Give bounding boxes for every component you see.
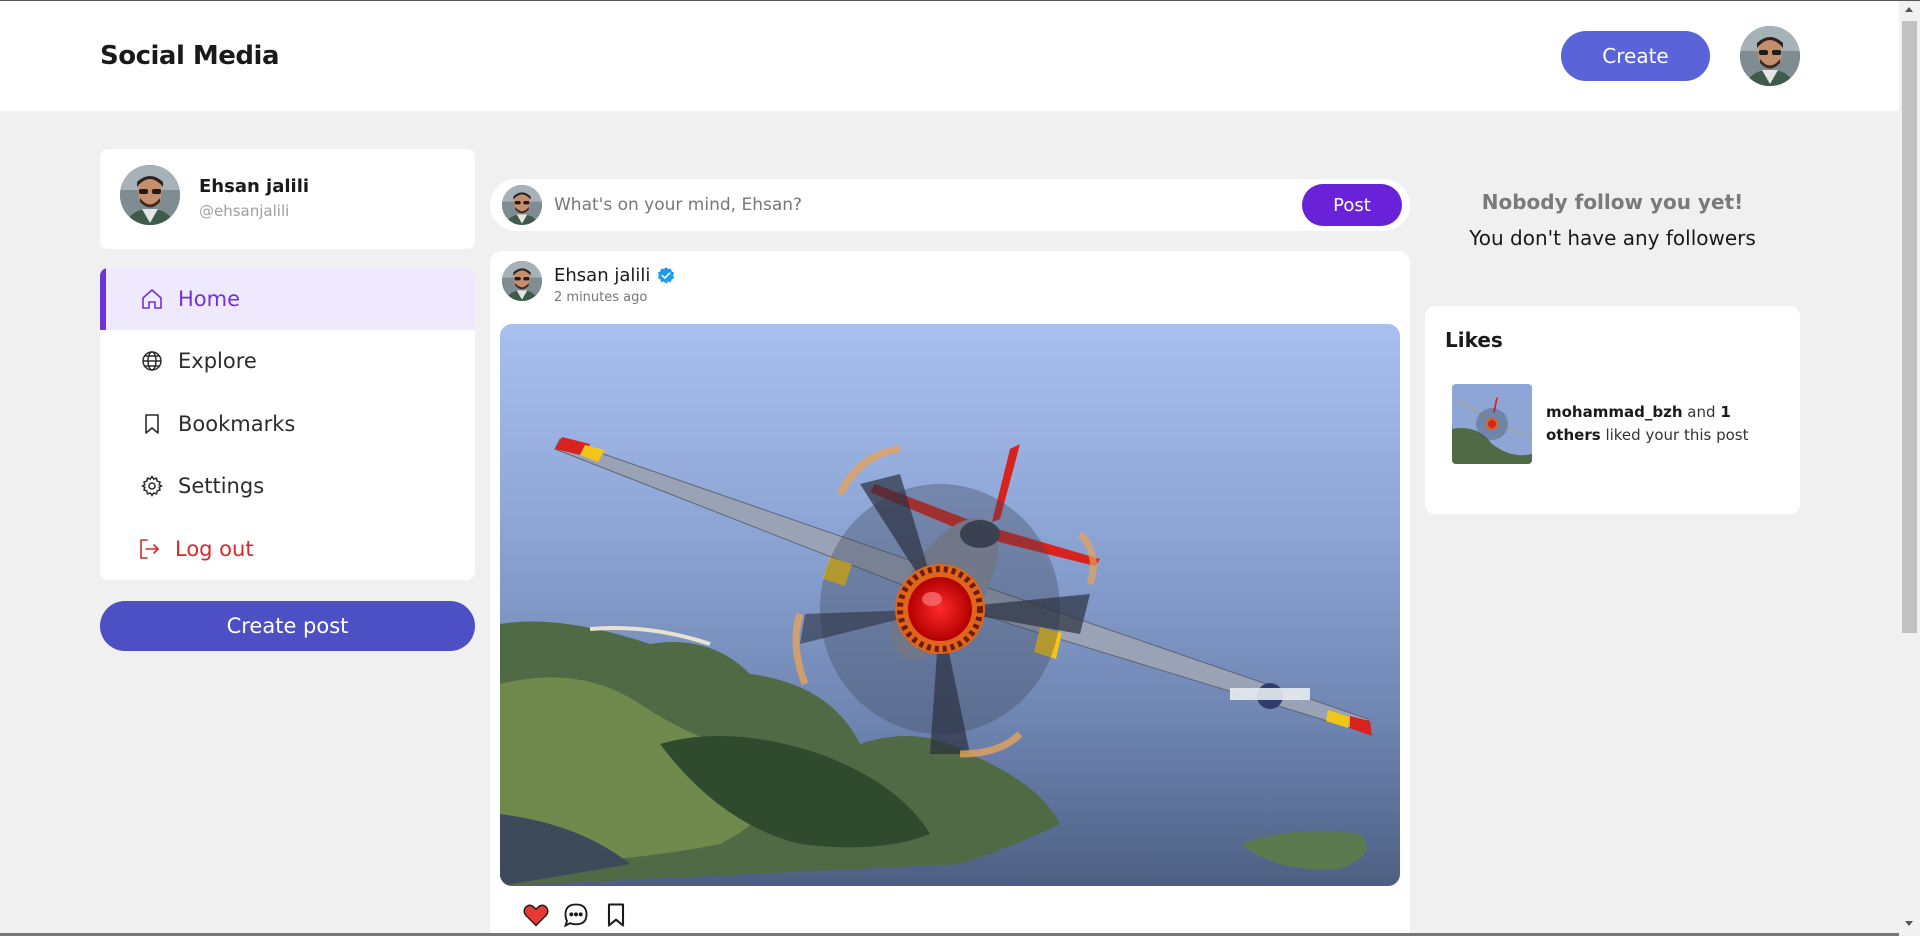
sidebar-item-label: Home <box>178 287 241 311</box>
post-composer: Post <box>490 179 1410 231</box>
scrollbar[interactable] <box>1899 1 1920 936</box>
likes-card: Likes mohammad_bzh and 1 others liked yo… <box>1425 306 1800 514</box>
post-image[interactable] <box>500 324 1400 886</box>
home-icon <box>142 289 162 309</box>
likes-title: Likes <box>1445 328 1503 352</box>
like-button[interactable] <box>522 901 550 929</box>
globe-icon <box>142 351 162 371</box>
followers-title: Nobody follow you yet! <box>1481 190 1744 214</box>
sidebar-item-logout[interactable]: Log out <box>100 518 475 580</box>
create-post-button[interactable]: Create post <box>100 601 475 651</box>
likes-summary: mohammad_bzh and 1 others liked your thi… <box>1546 401 1766 447</box>
bookmark-button[interactable] <box>602 901 630 929</box>
composer-avatar <box>502 185 542 225</box>
sidebar-item-explore[interactable]: Explore <box>100 330 475 392</box>
liker-username[interactable]: mohammad_bzh <box>1546 403 1683 421</box>
create-button[interactable]: Create <box>1561 31 1710 81</box>
post-card: Ehsan jalili 2 minutes ago <box>490 251 1410 936</box>
gear-icon <box>140 475 164 497</box>
sidebar-nav: Home Explore Bookmarks Settings Log out <box>100 268 475 580</box>
likes-connector: and <box>1687 403 1716 421</box>
liked-post-thumbnail[interactable] <box>1452 384 1532 464</box>
sidebar-item-label: Explore <box>178 349 257 373</box>
profile-card[interactable]: Ehsan jalili @ehsanjalili <box>100 149 475 249</box>
scrollbar-thumb[interactable] <box>1902 21 1917 633</box>
profile-avatar <box>120 165 180 225</box>
sidebar-item-bookmarks[interactable]: Bookmarks <box>100 393 475 455</box>
bookmark-icon <box>607 903 625 927</box>
followers-subtitle: You don't have any followers <box>1469 226 1756 250</box>
comment-button[interactable] <box>562 901 590 929</box>
scroll-up-icon[interactable] <box>1905 7 1913 12</box>
verified-icon <box>658 266 675 283</box>
post-author-name[interactable]: Ehsan jalili <box>554 265 650 286</box>
post-actions <box>522 901 630 929</box>
sidebar-item-home[interactable]: Home <box>100 268 475 330</box>
comment-icon <box>563 903 588 928</box>
sidebar-item-label: Log out <box>175 537 254 561</box>
user-avatar[interactable] <box>1740 26 1800 86</box>
brand-title: Social Media <box>100 41 280 71</box>
sidebar-item-settings[interactable]: Settings <box>100 455 475 517</box>
sidebar-item-label: Bookmarks <box>178 412 296 436</box>
post-timestamp: 2 minutes ago <box>554 290 648 305</box>
profile-name: Ehsan jalili <box>199 176 310 197</box>
followers-empty-state: Nobody follow you yet! You don't have an… <box>1425 190 1800 250</box>
post-author[interactable]: Ehsan jalili <box>554 265 676 286</box>
scroll-down-icon[interactable] <box>1905 921 1913 926</box>
sidebar-item-label: Settings <box>178 474 265 498</box>
likes-others-label: others <box>1546 426 1601 444</box>
logout-icon <box>140 539 159 559</box>
bookmark-icon <box>145 414 159 434</box>
post-input[interactable] <box>554 189 1154 221</box>
post-button[interactable]: Post <box>1302 184 1402 226</box>
profile-handle: @ehsanjalili <box>199 202 290 220</box>
likes-suffix: liked your this post <box>1605 426 1749 444</box>
likes-count: 1 <box>1720 403 1731 421</box>
app-header: Social Media Create <box>0 1 1899 111</box>
heart-icon <box>523 904 549 927</box>
post-author-avatar[interactable] <box>502 261 542 301</box>
